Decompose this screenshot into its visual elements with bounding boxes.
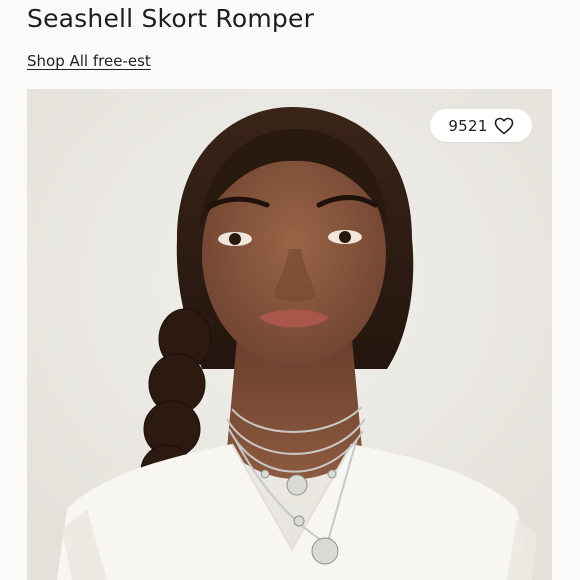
like-button[interactable]: 9521: [430, 109, 532, 142]
like-count: 9521: [448, 116, 488, 135]
model-illustration: [27, 89, 552, 580]
heart-outline-icon: [494, 117, 514, 135]
shop-all-link[interactable]: Shop All free-est: [27, 52, 151, 70]
product-title: Seashell Skort Romper: [27, 4, 315, 33]
product-photo[interactable]: 9521: [27, 89, 552, 580]
